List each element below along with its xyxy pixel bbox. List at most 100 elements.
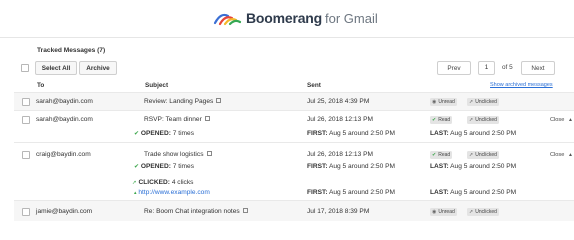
clicked-label: CLICKED: (138, 179, 170, 186)
last-label: LAST: (430, 130, 449, 137)
first-value: Aug 5 around 2:50 PM (328, 163, 395, 170)
read-status-badge: ◉ Unread (430, 208, 457, 216)
cursor-icon: ➚ (132, 180, 137, 186)
external-link-icon[interactable] (204, 116, 210, 121)
row-recipient: sarah@baydin.com (36, 116, 93, 123)
first-opened: FIRST: Aug 5 around 2:50 PM (307, 130, 395, 137)
cursor-icon: ➚ (469, 209, 474, 215)
read-status-text: Read (438, 152, 451, 158)
link-icon: ▴ (134, 190, 137, 196)
click-status-badge: ➚ Unclicked (467, 116, 499, 124)
external-link-icon[interactable] (206, 151, 212, 156)
check-icon: ✔ (134, 131, 140, 137)
row-recipient: sarah@baydin.com (36, 98, 93, 105)
clicked-url-link[interactable]: http://www.example.com (138, 189, 209, 196)
first-label: FIRST: (307, 163, 328, 170)
table-row-expanded[interactable]: craig@baydin.com Trade show logistics Ju… (14, 142, 574, 200)
row-sent-date: Jul 25, 2018 4:39 PM (307, 98, 370, 105)
row-checkbox[interactable] (22, 116, 30, 124)
boomerang-logo-icon (213, 13, 242, 26)
first-value: Aug 5 around 2:50 PM (328, 130, 395, 137)
table-row[interactable]: jamie@baydin.com Re: Boom Chat integrati… (14, 200, 574, 221)
close-details-button[interactable]: Close (550, 152, 564, 158)
read-status-text: Unread (438, 209, 455, 215)
page-number-input[interactable]: 1 (478, 61, 495, 75)
row-checkbox[interactable] (22, 151, 30, 159)
last-clicked: LAST: Aug 5 around 2:50 PM (430, 189, 516, 196)
table-row-expanded[interactable]: sarah@baydin.com RSVP: Team dinner Jul 2… (14, 110, 574, 142)
row-subject-text: Trade show logistics (144, 151, 204, 158)
external-link-icon[interactable] (216, 98, 222, 103)
read-status-badge: ◉ Unread (430, 98, 457, 106)
row-checkbox[interactable] (22, 98, 30, 106)
cursor-icon: ➚ (469, 99, 474, 105)
last-opened: LAST: Aug 5 around 2:50 PM (430, 163, 516, 170)
check-icon: ✔ (134, 164, 140, 170)
row-sent-date: Jul 26, 2018 12:13 PM (307, 151, 373, 158)
show-archived-link[interactable]: Show archived messages (490, 82, 553, 88)
chevron-up-icon[interactable]: ▲ (568, 152, 573, 158)
eye-icon: ◉ (432, 99, 437, 105)
row-subject[interactable]: RSVP: Team dinner (144, 116, 210, 123)
click-status-text: Unclicked (475, 209, 497, 215)
opened-value: 7 times (172, 130, 195, 137)
close-details-button[interactable]: Close (550, 117, 564, 123)
first-clicked: FIRST: Aug 5 around 2:50 PM (307, 189, 395, 196)
external-link-icon[interactable] (242, 208, 248, 213)
row-subject[interactable]: Review: Landing Pages (144, 98, 222, 105)
click-status-text: Unclicked (475, 117, 497, 123)
archive-button[interactable]: Archive (79, 61, 117, 75)
click-status-text: Unclicked (475, 152, 497, 158)
row-recipient: jamie@baydin.com (36, 208, 93, 215)
row-subject[interactable]: Re: Boom Chat integration notes (144, 208, 248, 215)
last-value: Aug 5 around 2:50 PM (450, 130, 517, 137)
clicked-url-row: ▴ http://www.example.com (134, 189, 210, 196)
read-status-badge: ✔ Read (430, 116, 453, 124)
click-status-badge: ➚ Unclicked (467, 208, 499, 216)
next-button[interactable]: Next (521, 61, 555, 75)
eye-icon: ◉ (432, 209, 437, 215)
row-sent-date: Jul 26, 2018 12:13 PM (307, 116, 373, 123)
column-header-to: To (37, 82, 45, 89)
click-status-text: Unclicked (475, 99, 497, 105)
last-value: Aug 5 around 2:50 PM (450, 189, 517, 196)
opened-label: OPENED: (140, 130, 171, 137)
click-status-badge: ➚ Unclicked (467, 98, 499, 106)
brand-name: Boomerang (246, 10, 322, 26)
logo[interactable]: Boomerang for Gmail (212, 7, 378, 29)
first-opened: FIRST: Aug 5 around 2:50 PM (307, 163, 395, 170)
last-value: Aug 5 around 2:50 PM (450, 163, 517, 170)
tracked-messages-title: Tracked Messages (7) (37, 47, 106, 54)
first-label: FIRST: (307, 130, 328, 137)
row-checkbox[interactable] (22, 208, 30, 216)
last-opened: LAST: Aug 5 around 2:50 PM (430, 130, 516, 137)
cursor-icon: ➚ (469, 152, 474, 158)
read-status-text: Unread (438, 99, 455, 105)
opened-info: ✔ OPENED: 7 times (134, 130, 194, 137)
clicked-value: 4 clicks (171, 179, 194, 186)
select-all-button[interactable]: Select All (35, 61, 77, 75)
opened-label: OPENED: (140, 163, 171, 170)
app-header: Boomerang for Gmail (0, 0, 574, 38)
checkmark-icon: ✔ (432, 152, 437, 158)
first-value: Aug 5 around 2:50 PM (328, 189, 395, 196)
column-header-sent: Sent (307, 82, 321, 89)
select-all-checkbox[interactable] (21, 64, 29, 72)
page-count: of 5 (502, 64, 513, 71)
prev-button[interactable]: Prev (437, 61, 471, 75)
table-row[interactable]: sarah@baydin.com Review: Landing Pages J… (14, 92, 574, 110)
row-subject-text: RSVP: Team dinner (144, 116, 202, 123)
brand-suffix: for Gmail (325, 10, 378, 26)
cursor-icon: ➚ (469, 117, 474, 123)
row-subject[interactable]: Trade show logistics (144, 151, 212, 158)
click-status-badge: ➚ Unclicked (467, 151, 499, 159)
last-label: LAST: (430, 163, 449, 170)
row-subject-text: Re: Boom Chat integration notes (144, 208, 240, 215)
chevron-up-icon[interactable]: ▲ (568, 117, 573, 123)
read-status-text: Read (438, 117, 451, 123)
column-header-subject: Subject (145, 82, 169, 89)
read-status-badge: ✔ Read (430, 151, 453, 159)
row-sent-date: Jul 17, 2018 8:39 PM (307, 208, 370, 215)
opened-info: ✔ OPENED: 7 times (134, 163, 194, 170)
last-label: LAST: (430, 189, 449, 196)
